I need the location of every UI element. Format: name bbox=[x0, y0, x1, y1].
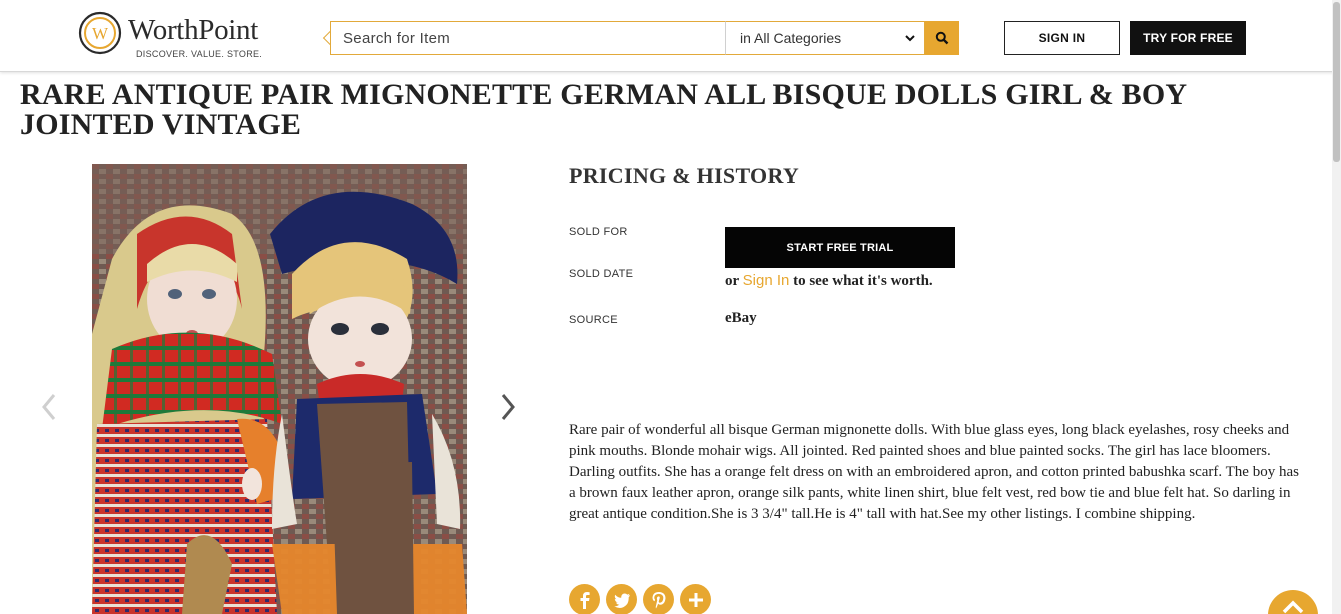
logo-letter: W bbox=[92, 24, 109, 43]
search-bar: in All Categories bbox=[322, 21, 959, 55]
gallery-next-button[interactable] bbox=[493, 387, 523, 427]
chevron-down-icon bbox=[905, 35, 915, 42]
item-photo[interactable] bbox=[92, 164, 467, 614]
logo-mark-icon: W bbox=[78, 11, 122, 55]
or-text: or bbox=[725, 273, 739, 289]
facebook-share-button[interactable] bbox=[569, 584, 600, 614]
logo-name: WorthPoint bbox=[128, 14, 259, 46]
search-icon bbox=[935, 31, 949, 45]
pinterest-share-button[interactable] bbox=[643, 584, 674, 614]
item-title: RARE ANTIQUE PAIR MIGNONETTE GERMAN ALL … bbox=[20, 78, 1187, 141]
page-scrollbar[interactable] bbox=[1332, 0, 1341, 614]
chevron-left-icon bbox=[42, 394, 56, 420]
worthpoint-logo[interactable]: W WorthPoint DISCOVER. VALUE. STORE. bbox=[78, 11, 288, 61]
logo-tagline: DISCOVER. VALUE. STORE. bbox=[136, 49, 263, 59]
source-label: SOURCE bbox=[569, 314, 618, 326]
doll-photo-image bbox=[92, 164, 467, 614]
sign-in-link[interactable]: Sign In bbox=[743, 272, 790, 289]
start-free-trial-button[interactable]: START FREE TRIAL bbox=[725, 227, 955, 268]
twitter-icon bbox=[613, 593, 630, 608]
pricing-title: PRICING & HISTORY bbox=[569, 163, 800, 188]
worth-text: to see what it's worth. bbox=[793, 273, 933, 289]
try-for-free-button[interactable]: TRY FOR FREE bbox=[1130, 21, 1246, 55]
more-share-button[interactable] bbox=[680, 584, 711, 614]
category-selected: in All Categories bbox=[740, 30, 842, 46]
search-input[interactable] bbox=[330, 21, 726, 55]
social-share-bar bbox=[569, 584, 711, 614]
sign-in-button[interactable]: SIGN IN bbox=[1004, 21, 1120, 55]
source-value: eBay bbox=[725, 310, 757, 326]
category-select[interactable]: in All Categories bbox=[725, 21, 925, 55]
pinterest-icon bbox=[652, 591, 665, 608]
gallery-prev-button[interactable] bbox=[34, 387, 64, 427]
twitter-share-button[interactable] bbox=[606, 584, 637, 614]
scrollbar-thumb[interactable] bbox=[1333, 2, 1340, 162]
sold-date-label: SOLD DATE bbox=[569, 268, 634, 280]
search-button[interactable] bbox=[925, 21, 959, 55]
site-header: W WorthPoint DISCOVER. VALUE. STORE. in … bbox=[0, 0, 1341, 72]
sold-for-label: SOLD FOR bbox=[569, 226, 628, 238]
chevron-up-icon bbox=[1282, 600, 1304, 614]
chevron-right-icon bbox=[501, 394, 515, 420]
back-to-top-button[interactable] bbox=[1268, 590, 1318, 614]
item-description: Rare pair of wonderful all bisque German… bbox=[569, 422, 1299, 522]
sign-in-prompt: or Sign In to see what it's worth. bbox=[725, 272, 933, 290]
plus-icon bbox=[688, 592, 703, 607]
facebook-icon bbox=[580, 591, 590, 609]
